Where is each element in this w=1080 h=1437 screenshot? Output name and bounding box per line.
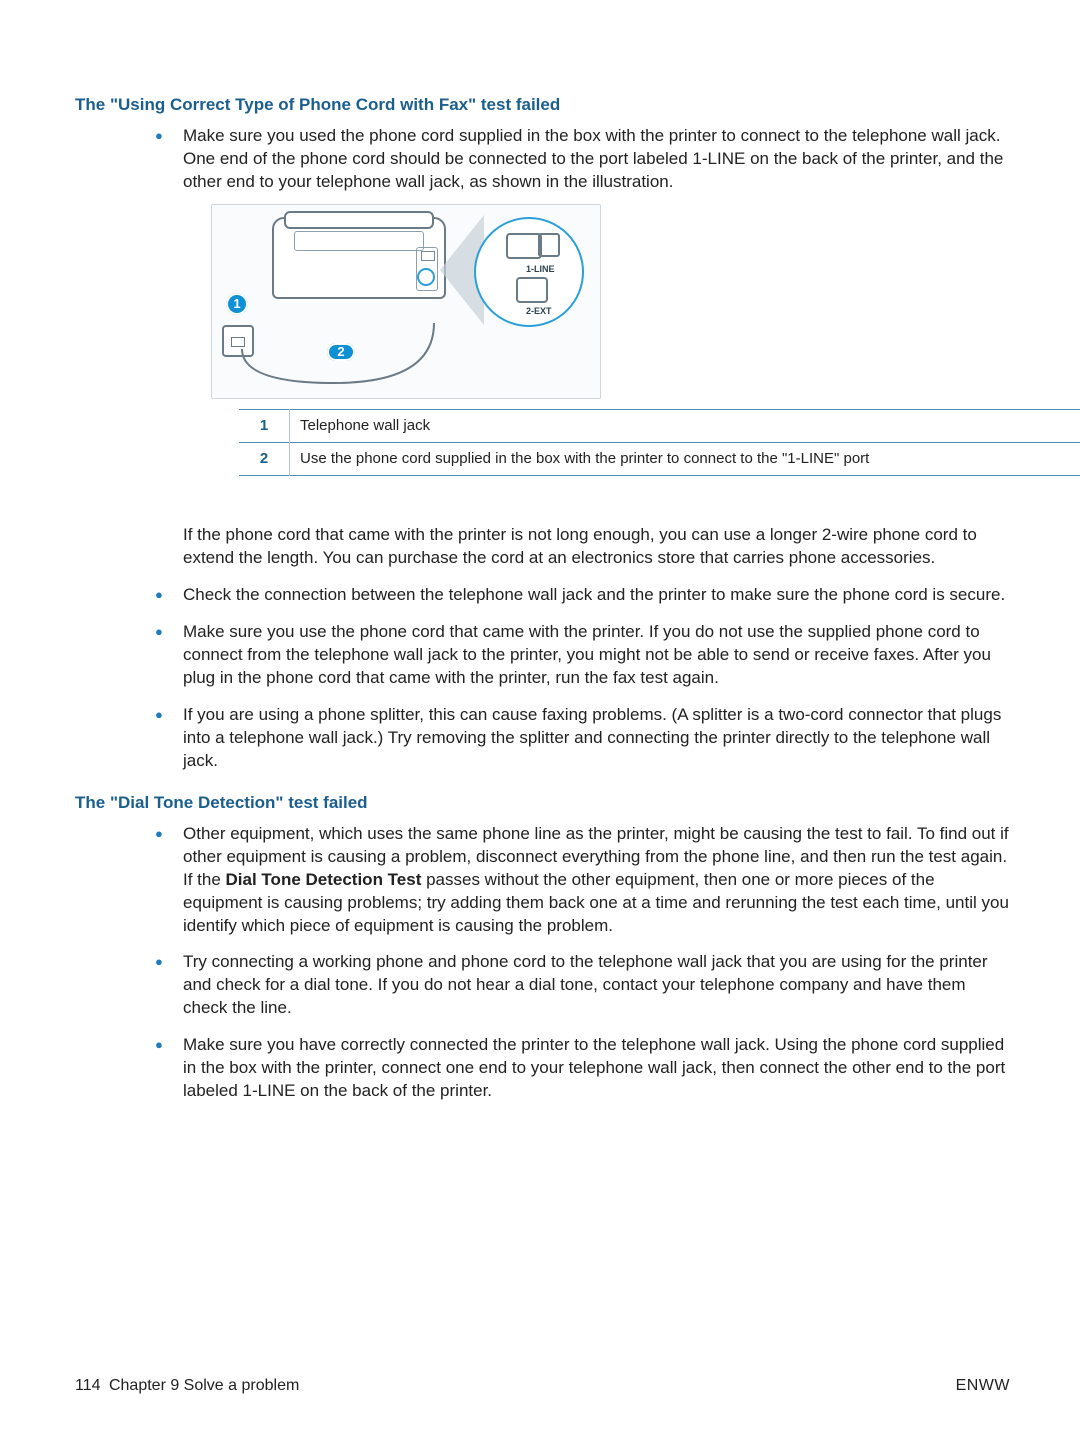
- list-item: Other equipment, which uses the same pho…: [155, 823, 1010, 938]
- port-label-line: 1-LINE: [526, 263, 555, 275]
- section1-content: Make sure you used the phone cord suppli…: [155, 125, 1010, 773]
- table-row: 2 Use the phone cord supplied in the box…: [239, 443, 1080, 476]
- section2-content: Other equipment, which uses the same pho…: [155, 823, 1010, 1103]
- bullet-text: Make sure you have correctly connected t…: [183, 1035, 1005, 1100]
- list-item: Check the connection between the telepho…: [155, 584, 1010, 607]
- bullet-text: Try connecting a working phone and phone…: [183, 952, 988, 1017]
- table-row: 1 Telephone wall jack: [239, 409, 1080, 442]
- legend-text: Use the phone cord supplied in the box w…: [290, 443, 1080, 476]
- list-item: Try connecting a working phone and phone…: [155, 951, 1010, 1020]
- paragraph: If the phone cord that came with the pri…: [183, 524, 1010, 570]
- legend-num: 1: [239, 409, 290, 442]
- section-heading-phone-cord: The "Using Correct Type of Phone Cord wi…: [75, 95, 1010, 115]
- illustration-wrapper: 1-LINE 2-EXT 1 2: [211, 204, 1010, 477]
- bullet-text: Make sure you used the phone cord suppli…: [183, 126, 1003, 191]
- page-footer: 114 Chapter 9 Solve a problem ENWW: [75, 1377, 1010, 1395]
- legend-num: 2: [239, 443, 290, 476]
- section1-bullets-top: Make sure you used the phone cord suppli…: [155, 125, 1010, 773]
- list-item: Make sure you used the phone cord suppli…: [155, 125, 1010, 570]
- bullet-text-bold: Dial Tone Detection Test: [226, 870, 422, 889]
- section-heading-dial-tone: The "Dial Tone Detection" test failed: [75, 793, 1010, 813]
- bullet-text: If you are using a phone splitter, this …: [183, 705, 1001, 770]
- illustration-legend-table: 1 Telephone wall jack 2 Use the phone co…: [239, 409, 1080, 477]
- zoom-detail-icon: 1-LINE 2-EXT: [474, 217, 584, 327]
- printer-connection-illustration: 1-LINE 2-EXT 1 2: [211, 204, 601, 399]
- section2-bullets: Other equipment, which uses the same pho…: [155, 823, 1010, 1103]
- list-item: If you are using a phone splitter, this …: [155, 704, 1010, 773]
- callout-marker-1-icon: 1: [226, 293, 248, 315]
- page-number: 114: [75, 1377, 101, 1394]
- list-item: Make sure you use the phone cord that ca…: [155, 621, 1010, 690]
- bullet-text: Check the connection between the telepho…: [183, 585, 1005, 604]
- list-item: Make sure you have correctly connected t…: [155, 1034, 1010, 1103]
- footer-left: 114 Chapter 9 Solve a problem: [75, 1377, 299, 1395]
- chapter-title: Chapter 9 Solve a problem: [109, 1377, 299, 1394]
- document-page: The "Using Correct Type of Phone Cord wi…: [0, 0, 1080, 1437]
- port-label-ext: 2-EXT: [526, 305, 552, 317]
- callout-marker-2-icon: 2: [327, 343, 355, 361]
- legend-text: Telephone wall jack: [290, 409, 1080, 442]
- printer-icon: [272, 217, 446, 299]
- footer-marker: ENWW: [956, 1377, 1010, 1395]
- bullet-text: Make sure you use the phone cord that ca…: [183, 622, 991, 687]
